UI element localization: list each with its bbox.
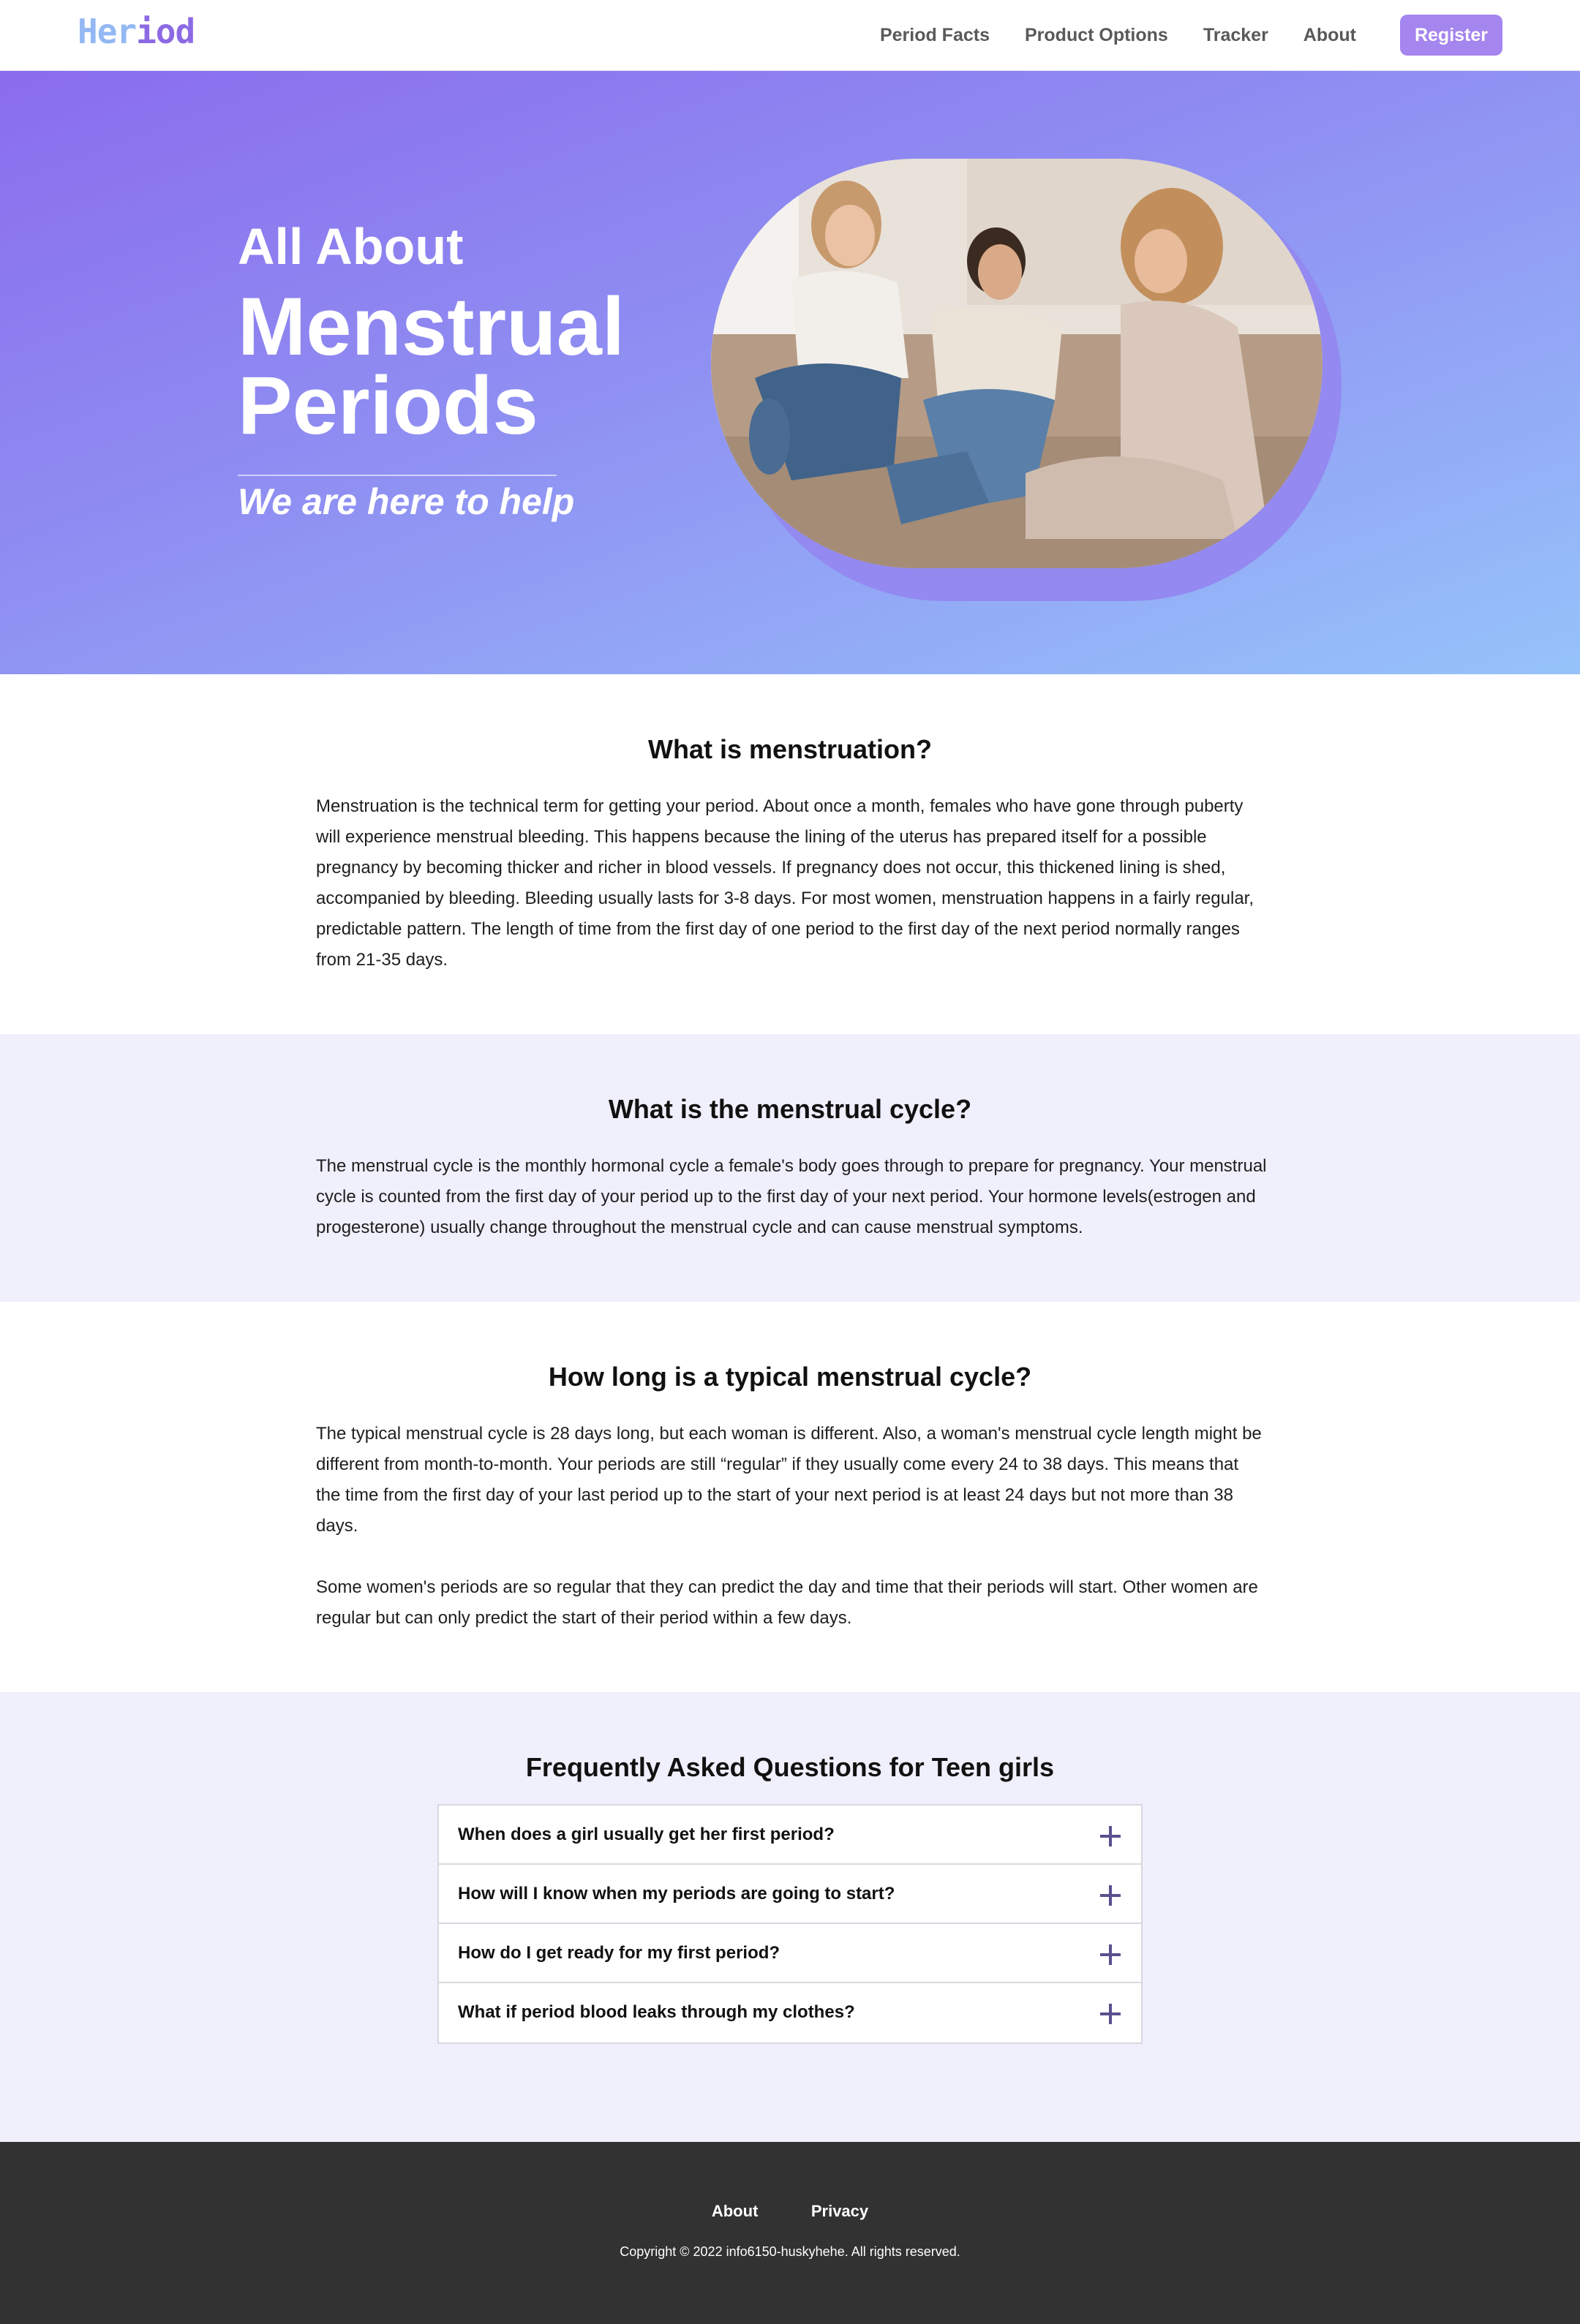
hero-banner: All About Menstrual Periods We are here … [0,71,1580,674]
nav-link-about[interactable]: About [1304,25,1356,46]
section-paragraph: Some women's periods are so regular that… [316,1577,1258,1628]
copyright-text: Copyright © 2022 info6150-huskyhehe. All… [620,2244,960,2259]
hero-divider [238,475,557,476]
hero-photo [711,159,1323,568]
section-typical-cycle-length: How long is a typical menstrual cycle? T… [0,1302,1580,1692]
faq-question: When does a girl usually get her first p… [458,1825,835,1844]
section-heading: What is the menstrual cycle? [608,1094,972,1124]
footer: About Privacy Copyright © 2022 info6150-… [0,2142,1580,2324]
nav-link-tracker[interactable]: Tracker [1203,25,1268,46]
faq-heading: Frequently Asked Questions for Teen girl… [525,1752,1055,1782]
nav-link-period-facts[interactable]: Period Facts [880,25,990,46]
faq-item[interactable]: What if period blood leaks through my cl… [439,1983,1141,2042]
hero-text: All About Menstrual Periods We are here … [238,217,625,523]
section-what-is-menstruation: What is menstruation? Menstruation is th… [0,674,1580,1034]
logo-text-her: Her [78,12,137,51]
section-heading: What is menstruation? [647,734,933,764]
logo[interactable]: Heriod [78,12,195,51]
hero-title-line2: Periods [238,360,538,451]
section-paragraph: Menstruation is the technical term for g… [316,796,1254,970]
register-button[interactable]: Register [1400,15,1502,56]
plus-icon[interactable] [1100,1885,1121,1906]
faq-item[interactable]: How do I get ready for my first period? [439,1924,1141,1983]
faq-item[interactable]: How will I know when my periods are goin… [439,1865,1141,1924]
faq-question: How will I know when my periods are goin… [458,1884,895,1904]
section-paragraph: The typical menstrual cycle is 28 days l… [316,1424,1262,1536]
footer-link-about[interactable]: About [712,2202,759,2221]
logo-text-iod: iod [136,12,195,51]
top-navbar: Heriod Period Facts Product Options Trac… [0,0,1580,71]
section-menstrual-cycle: What is the menstrual cycle? The menstru… [0,1034,1580,1302]
three-women-on-sofa-image [711,159,1323,568]
hero-title-line1: Menstrual [238,281,625,372]
plus-icon[interactable] [1100,1826,1121,1846]
faq-item[interactable]: When does a girl usually get her first p… [439,1806,1141,1865]
faq-accordion: When does a girl usually get her first p… [437,1804,1143,2044]
faq-question: How do I get ready for my first period? [458,1943,780,1963]
plus-icon[interactable] [1100,1944,1121,1965]
hero-tagline: We are here to help [238,481,575,522]
footer-links: About Privacy [0,2202,1580,2221]
faq-question: What if period blood leaks through my cl… [458,2002,855,2022]
section-heading: How long is a typical menstrual cycle? [548,1362,1032,1392]
section-paragraph: The menstrual cycle is the monthly hormo… [316,1156,1267,1237]
plus-icon[interactable] [1100,2004,1121,2024]
hero-subtitle: All About [238,218,464,275]
nav-links: Period Facts Product Options Tracker Abo… [845,15,1502,56]
footer-link-privacy[interactable]: Privacy [811,2202,868,2221]
nav-link-product-options[interactable]: Product Options [1025,25,1168,46]
